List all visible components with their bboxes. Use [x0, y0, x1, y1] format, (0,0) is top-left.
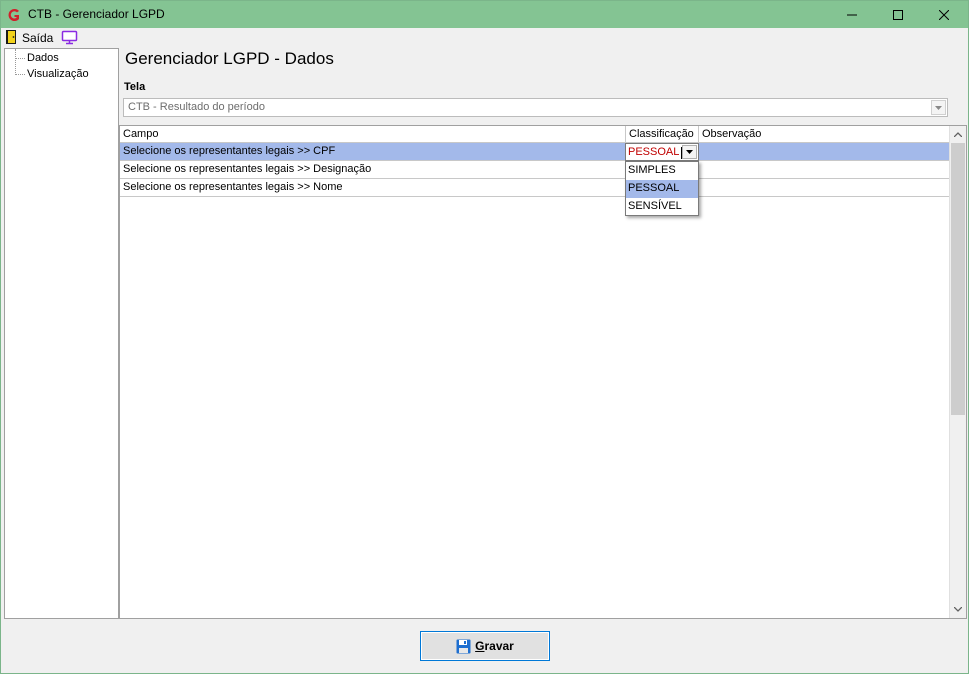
window-title: CTB - Gerenciador LGPD — [28, 7, 165, 21]
cell-observacao[interactable] — [699, 143, 949, 161]
dropdown-option-simples[interactable]: SIMPLES — [626, 162, 698, 180]
table-row[interactable]: Selecione os representantes legais >> De… — [120, 161, 949, 179]
column-header-classificacao[interactable]: Classificação — [626, 126, 699, 143]
classificacao-combo-editor[interactable]: PESSOAL — [625, 143, 699, 161]
menu-bar: Saída — [1, 28, 968, 47]
tree-item-visualizacao[interactable]: Visualização — [27, 68, 89, 80]
save-button[interactable]: Gravar — [420, 631, 550, 661]
cell-campo[interactable]: Selecione os representantes legais >> De… — [120, 161, 626, 179]
classificacao-dropdown-list: SIMPLES PESSOAL SENSÍVEL — [625, 161, 699, 216]
save-button-label: ravar — [484, 639, 514, 653]
dropdown-option-sensivel[interactable]: SENSÍVEL — [626, 198, 698, 216]
tree-connector — [15, 49, 16, 75]
menu-item-exit[interactable]: Saída — [22, 31, 53, 45]
page-title: Gerenciador LGPD - Dados — [125, 49, 334, 68]
tree-connector — [15, 58, 25, 59]
floppy-disk-icon — [456, 639, 471, 654]
chevron-down-icon[interactable] — [682, 145, 697, 159]
scroll-down-icon[interactable] — [950, 601, 966, 618]
cell-observacao[interactable] — [699, 179, 949, 197]
classificacao-editor-value[interactable]: PESSOAL — [628, 146, 679, 158]
scrollbar-thumb[interactable] — [951, 143, 965, 415]
tela-select-value: CTB - Resultado do período — [128, 101, 265, 113]
dropdown-option-pessoal[interactable]: PESSOAL — [626, 180, 698, 198]
vertical-scrollbar[interactable] — [949, 126, 966, 618]
navigation-tree: Dados Visualização — [4, 48, 119, 619]
grid-header: Campo Classificação Observação — [120, 126, 949, 143]
monitor-icon[interactable] — [61, 30, 79, 45]
tela-select[interactable]: CTB - Resultado do período — [123, 98, 948, 117]
app-window: CTB - Gerenciador LGPD Saída Dados Visua… — [0, 0, 969, 674]
chevron-down-icon[interactable] — [931, 100, 946, 115]
tree-connector — [15, 74, 25, 75]
tree-item-dados[interactable]: Dados — [27, 52, 59, 64]
app-logo-icon — [6, 7, 22, 23]
cell-campo[interactable]: Selecione os representantes legais >> No… — [120, 179, 626, 197]
save-button-mnemonic: G — [475, 639, 485, 653]
minimize-button[interactable] — [829, 1, 875, 28]
table-row[interactable]: Selecione os representantes legais >> No… — [120, 179, 949, 197]
table-row[interactable]: Selecione os representantes legais >> CP… — [120, 143, 949, 161]
exit-door-icon[interactable] — [5, 29, 18, 45]
column-header-observacao[interactable]: Observação — [699, 126, 949, 143]
column-header-campo[interactable]: Campo — [120, 126, 626, 143]
cell-observacao[interactable] — [699, 161, 949, 179]
cell-campo[interactable]: Selecione os representantes legais >> CP… — [120, 143, 626, 161]
tela-label: Tela — [124, 81, 146, 93]
title-bar[interactable]: CTB - Gerenciador LGPD — [1, 1, 968, 28]
data-grid: Campo Classificação Observação Selecione… — [119, 125, 967, 619]
scroll-up-icon[interactable] — [950, 126, 966, 143]
maximize-button[interactable] — [875, 1, 921, 28]
close-button[interactable] — [921, 1, 967, 28]
